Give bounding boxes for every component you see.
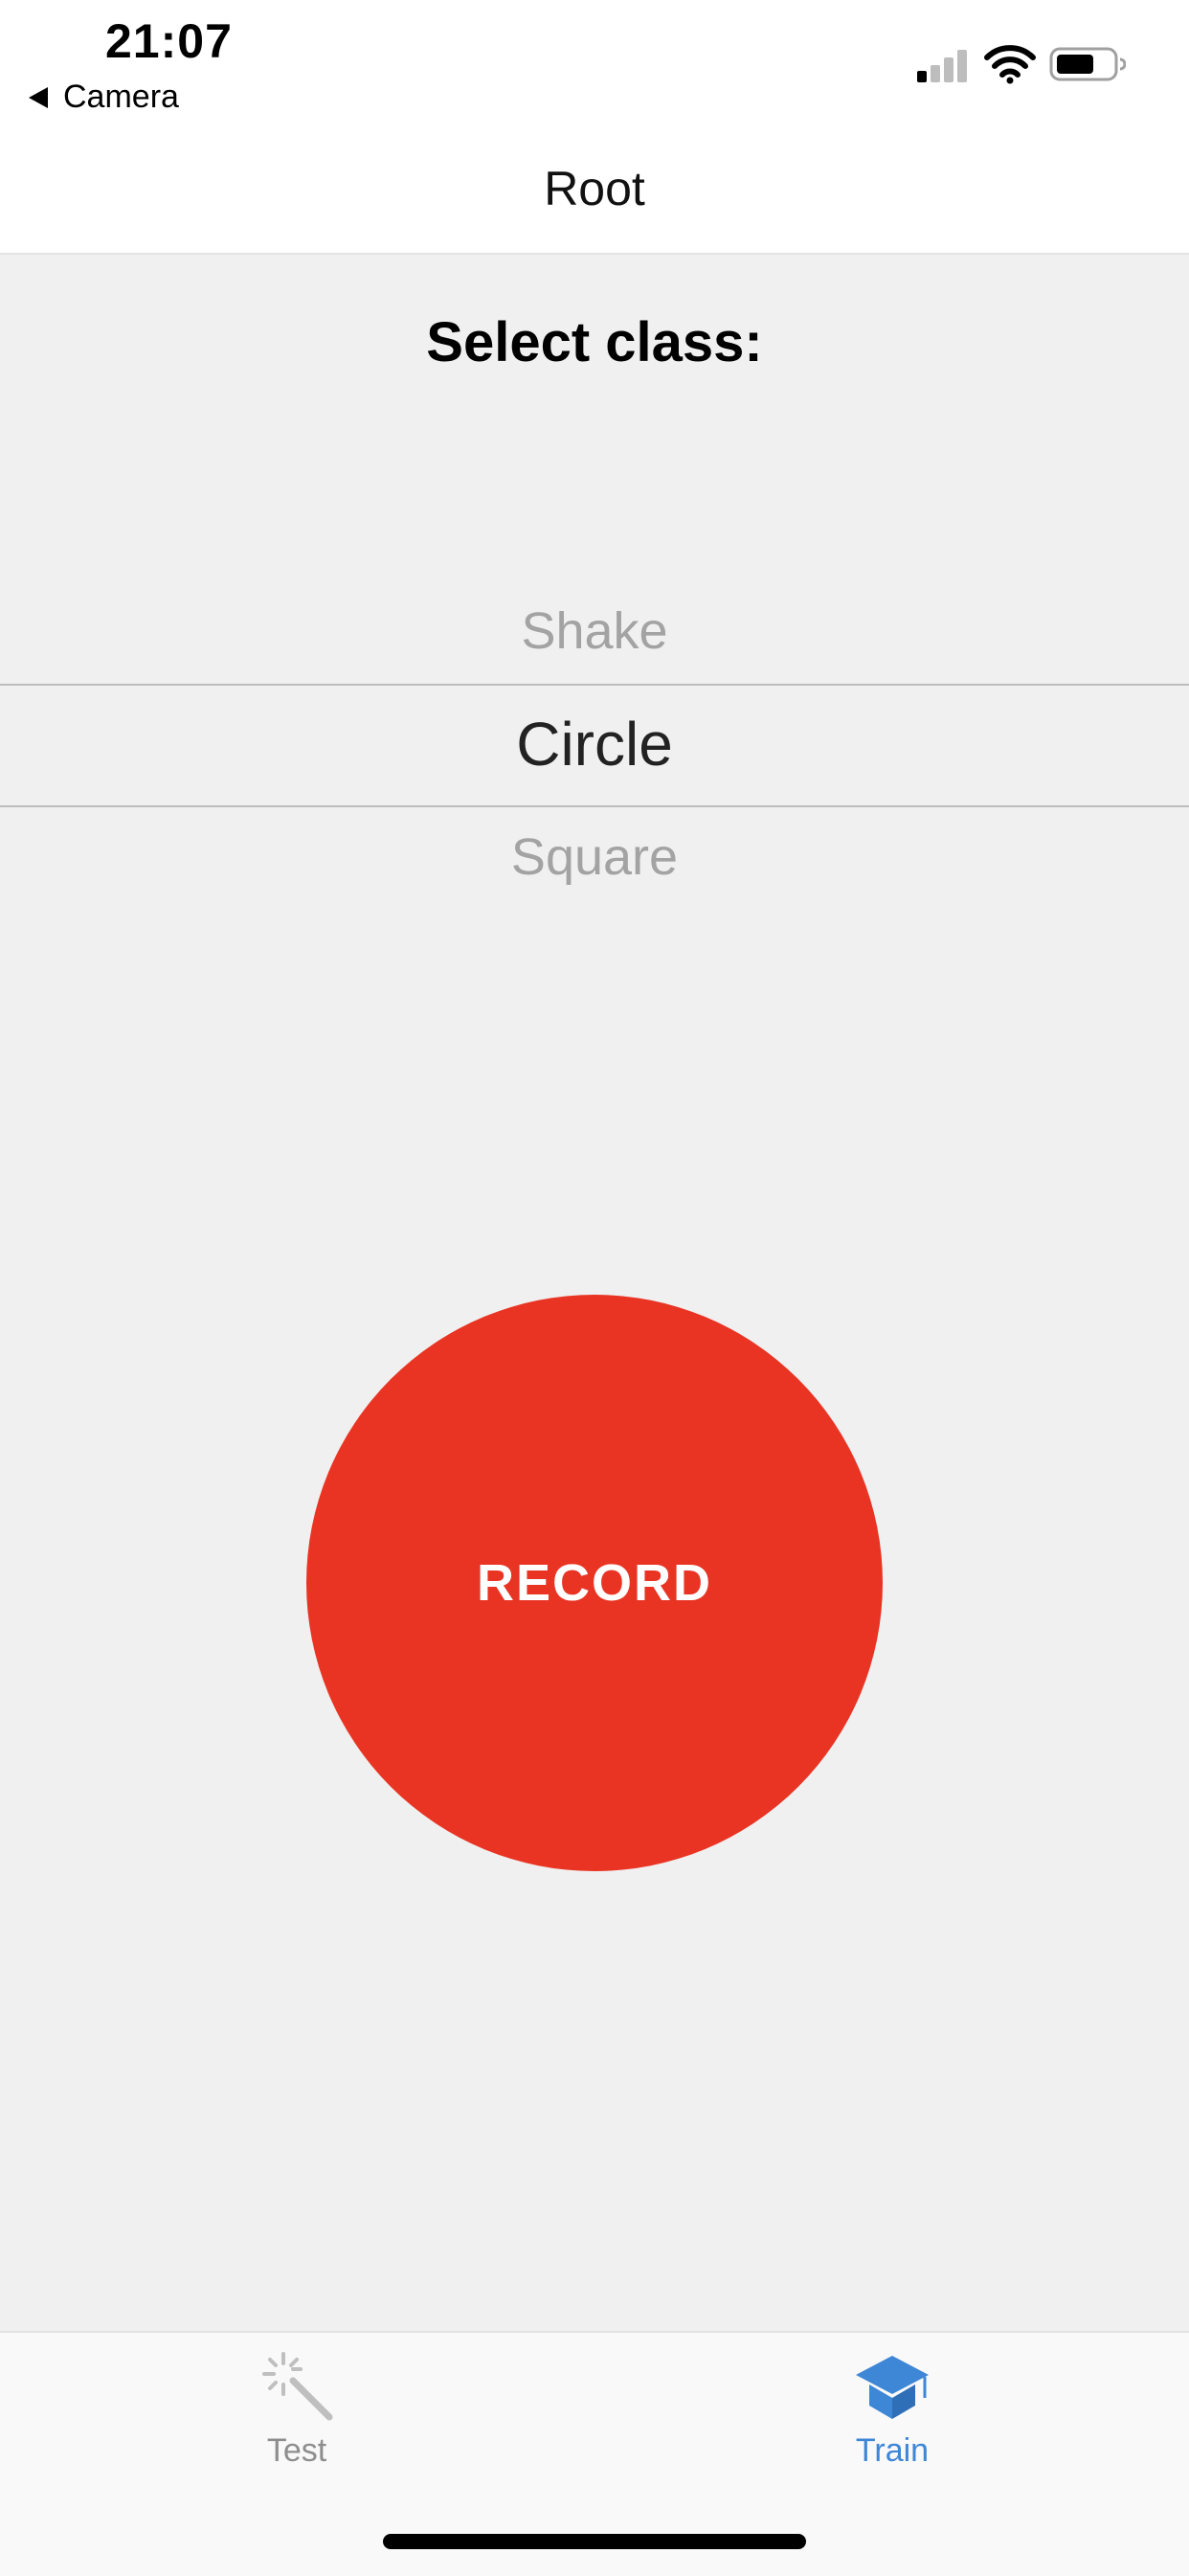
cellular-signal-icon (917, 48, 971, 82)
graduation-cap-icon (856, 2356, 929, 2419)
picker-option-selected[interactable]: Circle (0, 709, 1189, 780)
tab-train[interactable]: Train (777, 2342, 1007, 2476)
select-class-heading: Select class: (426, 311, 763, 373)
home-indicator[interactable] (383, 2534, 806, 2549)
back-triangle-icon (29, 86, 48, 108)
record-button-label: RECORD (476, 1554, 712, 1612)
tab-test[interactable]: Test (182, 2342, 412, 2476)
picker-selection-bottom-line (0, 805, 1189, 807)
record-button[interactable]: RECORD (306, 1295, 883, 1871)
tab-train-label: Train (855, 2432, 930, 2469)
magic-wand-icon (262, 2352, 333, 2421)
back-to-app-link[interactable]: Camera (29, 79, 179, 116)
tab-test-label: Test (266, 2432, 327, 2469)
picker-option[interactable]: Shake (0, 601, 1189, 661)
status-time: 21:07 (105, 14, 233, 68)
page-title: Root (544, 162, 645, 215)
picker-option[interactable]: Square (0, 827, 1189, 887)
picker-selection-top-line (0, 684, 1189, 686)
battery-icon (1049, 47, 1126, 81)
wifi-icon (984, 45, 1036, 84)
back-link-label: Camera (63, 79, 179, 115)
